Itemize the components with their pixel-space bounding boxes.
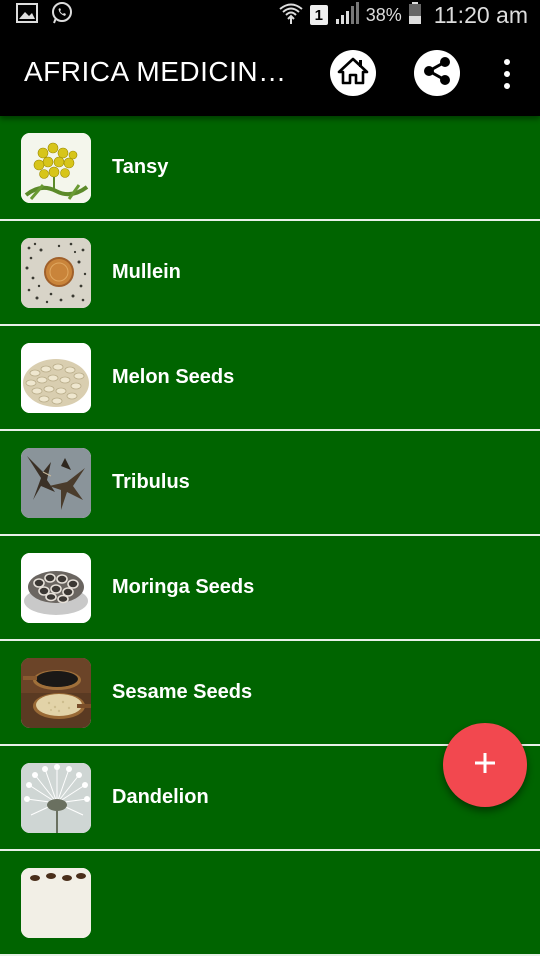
image-icon bbox=[16, 2, 38, 28]
tribulus-thumbnail bbox=[21, 447, 91, 518]
mullein-thumbnail bbox=[21, 237, 91, 308]
item-label: Mullein bbox=[112, 261, 181, 283]
item-label: Tansy bbox=[112, 156, 169, 178]
list-item[interactable]: Tansy bbox=[0, 116, 540, 221]
sim-badge: 1 bbox=[309, 5, 328, 25]
more-vert-icon[interactable] bbox=[494, 56, 520, 92]
status-bar: 1 38% 11:20 am bbox=[0, 0, 540, 30]
herb-list: Tansy Mullein Melon Seeds Tribulus Morin… bbox=[0, 116, 540, 956]
sesame-seeds-thumbnail bbox=[21, 657, 91, 728]
home-button[interactable] bbox=[330, 50, 376, 96]
list-item[interactable]: Melon Seeds bbox=[0, 326, 540, 431]
moringa-seeds-thumbnail bbox=[21, 552, 91, 623]
clock: 11:20 am bbox=[433, 1, 528, 28]
list-item[interactable]: Tribulus bbox=[0, 431, 540, 536]
wifi-icon bbox=[278, 1, 304, 30]
share-icon bbox=[420, 54, 454, 93]
item-label: Sesame Seeds bbox=[112, 681, 253, 703]
signal-icon bbox=[334, 1, 360, 30]
add-button[interactable] bbox=[443, 723, 527, 807]
app-bar: AFRICA MEDICINA… bbox=[0, 30, 540, 116]
list-item[interactable] bbox=[0, 851, 540, 956]
whatsapp-icon bbox=[50, 1, 74, 30]
item-label: Melon Seeds bbox=[112, 366, 235, 388]
dandelion-thumbnail bbox=[21, 762, 91, 833]
list-item[interactable]: Mullein bbox=[0, 221, 540, 326]
list-item[interactable]: Moringa Seeds bbox=[0, 536, 540, 641]
home-icon bbox=[336, 54, 370, 93]
share-button[interactable] bbox=[414, 50, 460, 96]
battery-percent: 38% bbox=[365, 4, 402, 25]
item-label: Dandelion bbox=[112, 786, 209, 808]
app-title: AFRICA MEDICINA… bbox=[24, 56, 304, 87]
melon-seeds-thumbnail bbox=[21, 342, 91, 413]
tansy-thumbnail bbox=[21, 132, 91, 203]
plus-icon bbox=[472, 750, 498, 781]
item-label: Moringa Seeds bbox=[112, 576, 255, 598]
list-item[interactable]: Sesame Seeds bbox=[0, 641, 540, 746]
battery-icon bbox=[408, 1, 422, 30]
item-label: Tribulus bbox=[112, 471, 190, 493]
partial-thumbnail bbox=[21, 867, 91, 938]
